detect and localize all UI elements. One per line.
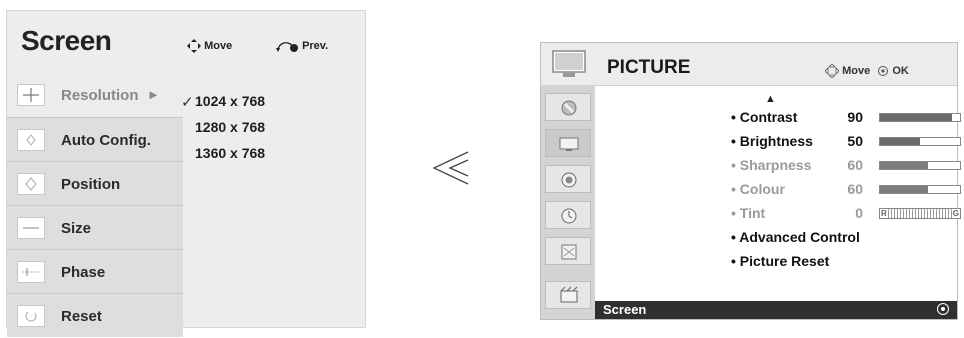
level-bar-fill <box>880 162 928 169</box>
ok-label: OK <box>892 64 909 77</box>
tint-bar-right-label: G <box>951 209 960 218</box>
menu-item-resolution[interactable]: Resolution ► <box>7 73 183 117</box>
level-bar-fill <box>880 138 920 145</box>
move-hint: Move <box>187 39 232 53</box>
option-icon[interactable] <box>545 237 591 265</box>
setting-row-brightness[interactable]: • Brightness 50 <box>731 133 961 153</box>
menu-item-auto-config[interactable]: Auto Config. <box>7 117 183 161</box>
move-label: Move <box>842 64 871 77</box>
ok-button-icon <box>937 303 949 315</box>
setting-value: 60 <box>847 181 863 197</box>
setting-row-colour[interactable]: • Colour 60 <box>731 181 961 201</box>
check-mark-icon: ✓ <box>181 94 194 111</box>
menu-item-label: Phase <box>61 264 106 281</box>
setting-label: • Picture Reset <box>731 253 830 269</box>
level-bar-fill <box>880 114 952 121</box>
tv-icon <box>552 50 586 77</box>
picture-menu-panel: PICTURE Move OK ▲ • Contrast 90 • Bright… <box>540 42 961 320</box>
setting-row-sharpness[interactable]: • Sharpness 60 <box>731 157 961 177</box>
setting-value: 90 <box>847 109 863 125</box>
setting-value: 60 <box>847 157 863 173</box>
menu-item-size[interactable]: Size <box>7 205 183 249</box>
menu-item-label: Reset <box>61 308 102 325</box>
move-ok-hint: Move OK <box>824 63 909 79</box>
setting-label: • Tint <box>731 205 766 221</box>
picture-mode-icon[interactable] <box>545 93 591 121</box>
auto-config-icon <box>17 129 45 151</box>
screen-menu-entry[interactable]: Screen <box>595 301 957 319</box>
resolution-icon <box>17 84 45 106</box>
setting-value: 0 <box>855 205 863 221</box>
phase-icon <box>17 261 45 283</box>
menu-item-label: Resolution <box>61 87 139 104</box>
much-less-than-icon <box>432 151 469 185</box>
move-arrows-icon <box>187 39 201 53</box>
setting-label: • Sharpness <box>731 157 812 173</box>
screen-menu-panel: Screen Move Prev. Resolution ► Auto Conf… <box>6 10 366 337</box>
menu-item-reset[interactable]: Reset <box>7 293 183 337</box>
level-bar-fill <box>880 186 928 193</box>
resolution-option[interactable]: 1024 x 768 <box>195 93 265 109</box>
setting-label: • Contrast <box>731 109 798 125</box>
move-arrows-icon <box>824 63 840 79</box>
screen-icon[interactable] <box>545 281 591 309</box>
level-bar[interactable] <box>879 137 961 146</box>
menu-item-label: Auto Config. <box>61 132 151 149</box>
setting-row-picture-reset[interactable]: • Picture Reset <box>731 253 829 273</box>
size-icon <box>17 217 45 239</box>
audio-icon[interactable] <box>545 165 591 193</box>
setting-row-advanced-control[interactable]: • Advanced Control <box>731 229 860 249</box>
setting-value: 50 <box>847 133 863 149</box>
submenu-arrow-icon: ► <box>147 87 160 102</box>
level-bar[interactable] <box>879 185 961 194</box>
screen-menu-list: Resolution ► Auto Config. Position Size … <box>7 73 183 337</box>
picture-menu-header: PICTURE Move OK <box>541 43 957 86</box>
position-icon <box>17 173 45 195</box>
prev-hint: Prev. <box>275 39 328 53</box>
resolution-option[interactable]: 1280 x 768 <box>195 119 265 135</box>
setting-label: • Colour <box>731 181 785 197</box>
setting-row-tint[interactable]: • Tint 0 R G <box>731 205 961 225</box>
menu-item-position[interactable]: Position <box>7 161 183 205</box>
menu-item-label: Size <box>61 220 92 237</box>
prev-hint-label: Prev. <box>302 39 329 52</box>
setting-row-contrast[interactable]: • Contrast 90 <box>731 109 961 129</box>
tint-bar[interactable]: R G <box>879 208 961 219</box>
resolution-option[interactable]: 1360 x 768 <box>195 145 265 161</box>
level-bar[interactable] <box>879 161 961 170</box>
category-sidebar <box>541 85 595 319</box>
ok-button-icon <box>878 66 889 76</box>
time-icon[interactable] <box>545 201 591 229</box>
reset-icon <box>17 305 45 327</box>
screen-menu-entry-label: Screen <box>603 302 647 317</box>
picture-icon[interactable] <box>545 129 591 157</box>
tint-bar-left-label: R <box>880 209 888 218</box>
move-hint-label: Move <box>204 39 233 52</box>
back-arrow-icon <box>276 42 298 52</box>
setting-label: • Advanced Control <box>731 229 860 245</box>
menu-item-phase[interactable]: Phase <box>7 249 183 293</box>
level-bar[interactable] <box>879 113 961 122</box>
picture-menu-title: PICTURE <box>607 57 691 78</box>
screen-menu-title: Screen <box>21 25 112 56</box>
menu-item-label: Position <box>61 176 121 193</box>
scroll-up-arrow-icon[interactable]: ▲ <box>765 93 776 105</box>
setting-label: • Brightness <box>731 133 813 149</box>
